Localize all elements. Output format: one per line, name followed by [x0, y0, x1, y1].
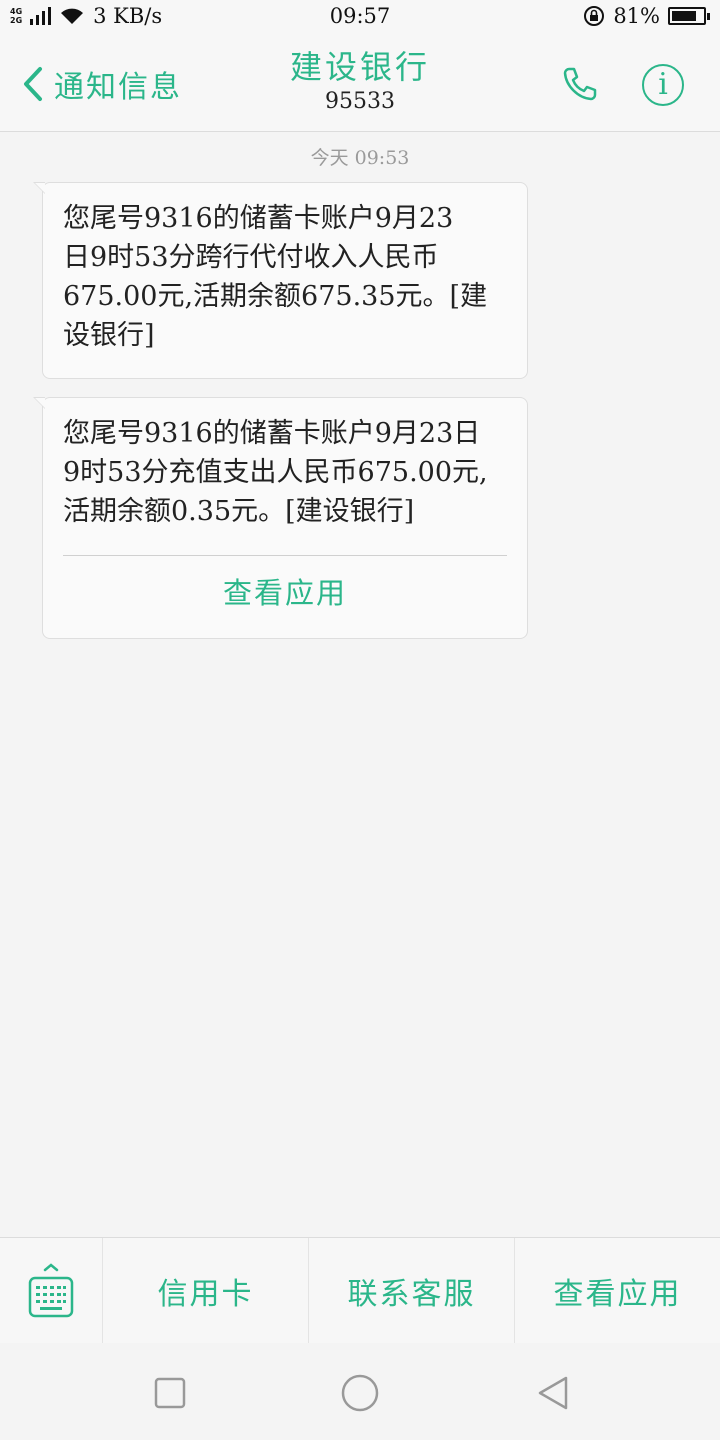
circle-icon[interactable]: [340, 1373, 380, 1413]
status-bar: 4G 2G 3 KB/s 09:57 81%: [0, 0, 720, 34]
message-line: 设银行]: [63, 320, 155, 351]
contact-number: 95533: [325, 89, 395, 114]
rotation-lock-icon: [584, 6, 605, 26]
keyboard-icon: [28, 1263, 74, 1318]
message-timestamp: 今天 09:53: [310, 147, 410, 169]
message-bubble[interactable]: 您尾号9316的储蓄卡账户9月23 日9时53分跨行代付收入人民币 675.00…: [33, 182, 528, 379]
contact-name: 建设银行: [289, 48, 430, 86]
view-app-link[interactable]: 查看应用: [43, 574, 527, 613]
menu-contact-service[interactable]: 联系客服: [309, 1238, 515, 1343]
service-menu-bar: 信用卡 联系客服 查看应用: [0, 1237, 720, 1344]
battery-percent: 81%: [613, 4, 660, 28]
message-line: 您尾号9316的储蓄卡账户9月23日: [63, 418, 481, 449]
message-line: 活期余额0.35元。[建设银行]: [63, 496, 415, 527]
message-bubble[interactable]: 您尾号9316的储蓄卡账户9月23日 9时53分充值支出人民币675.00元, …: [33, 397, 528, 639]
message-line: 您尾号9316的储蓄卡账户9月23: [63, 203, 454, 234]
menu-credit-card[interactable]: 信用卡: [103, 1238, 309, 1343]
triangle-left-icon[interactable]: [534, 1373, 574, 1413]
message-line: 9时53分充值支出人民币675.00元,: [63, 457, 488, 488]
conversation-header: 通知信息 建设银行 95533 i: [0, 34, 720, 132]
contact-info: 建设银行 95533: [0, 48, 720, 116]
battery-icon: [668, 7, 710, 25]
phone-icon[interactable]: [560, 64, 600, 104]
battery-fill: [672, 11, 697, 21]
system-nav-bar: [0, 1343, 720, 1440]
message-line: 675.00元,活期余额675.35元。[建: [63, 281, 488, 312]
square-icon[interactable]: [150, 1373, 190, 1413]
status-right: 81%: [583, 4, 710, 28]
message-line: 日9时53分跨行代付收入人民币: [63, 242, 439, 273]
keyboard-toggle-button[interactable]: [0, 1238, 103, 1344]
bubble-divider: [63, 555, 507, 556]
info-icon[interactable]: i: [642, 64, 684, 106]
menu-view-app[interactable]: 查看应用: [515, 1238, 720, 1343]
